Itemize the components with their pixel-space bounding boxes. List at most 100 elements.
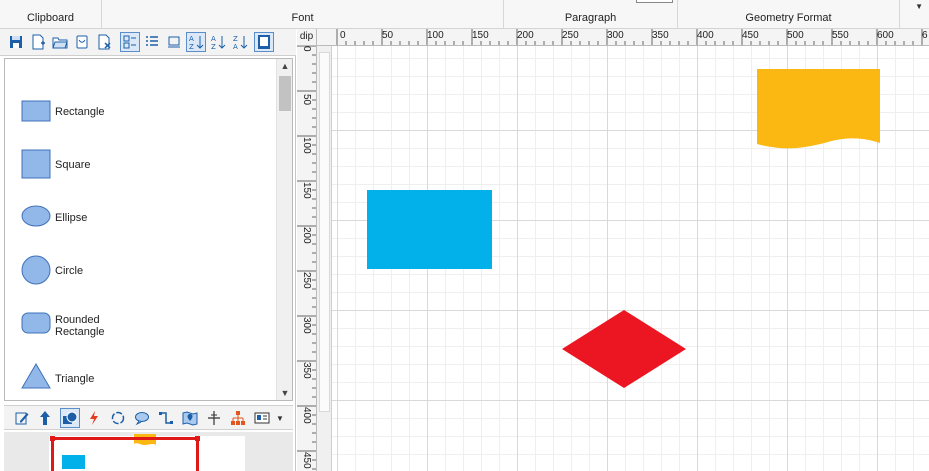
color-swatch[interactable]	[636, 0, 673, 3]
stencil-item-rounded-rectangle[interactable]: Rounded Rectangle	[5, 308, 277, 361]
h-tick-label: 200	[517, 30, 534, 41]
scroll-up-icon[interactable]: ▲	[277, 61, 292, 71]
h-tick-label: 6	[922, 30, 928, 41]
sort-az-icon[interactable]: AZ	[186, 32, 206, 52]
canvas-vertical-scrollbar[interactable]	[317, 46, 332, 471]
v-tick-label: 150	[301, 182, 312, 199]
h-tick-label: 400	[697, 30, 714, 41]
pointer-arrow-icon[interactable]	[35, 408, 55, 428]
shape-tool-icon[interactable]	[60, 408, 80, 428]
svg-text:A: A	[189, 35, 194, 43]
h-tick-label: 600	[877, 30, 894, 41]
square-shape-icon	[21, 149, 51, 179]
stencil-item-square[interactable]: Square	[5, 149, 277, 202]
save-icon[interactable]	[6, 32, 26, 52]
triangle-shape-icon	[21, 363, 51, 389]
svg-text:Z: Z	[189, 43, 194, 50]
ribbon-group-label: Font	[291, 12, 314, 24]
scrollbar-thumb[interactable]	[279, 76, 291, 111]
ribbon-group-label: Clipboard	[26, 12, 75, 24]
more-tools-dropdown-icon[interactable]: ▼	[274, 408, 286, 428]
overview-panel[interactable]	[4, 432, 293, 471]
stencil-item-rectangle[interactable]: Rectangle	[5, 96, 277, 149]
h-tick-label: 100	[427, 30, 444, 41]
open-folder-icon[interactable]	[50, 32, 70, 52]
left-panel: AZ AZ ZA Rectangle Square Ellipse Circle…	[0, 29, 296, 471]
scroll-down-icon[interactable]: ▼	[277, 388, 292, 398]
h-tick-label: 150	[472, 30, 489, 41]
rounded-rectangle-shape-icon	[21, 312, 51, 334]
stencil-item-label: Ellipse	[55, 212, 88, 224]
h-tick-label: 300	[607, 30, 624, 41]
h-tick-label: 250	[562, 30, 579, 41]
overview-viewport-frame[interactable]	[50, 436, 200, 471]
h-tick-label: 450	[742, 30, 759, 41]
vertical-ruler: 0 50 100 150 200 250 300 350 400 450	[297, 46, 317, 471]
view-icons-icon[interactable]	[164, 32, 184, 52]
tool-mode-toolbar: ▼	[4, 405, 293, 430]
ribbon-group-paragraph[interactable]: Paragraph	[504, 0, 678, 28]
ribbon-group-font[interactable]: Font	[102, 0, 504, 28]
stencil-item-label: Square	[55, 159, 91, 171]
dropdown-triangle-icon[interactable]: ▼	[915, 2, 923, 11]
scrollbar-thumb[interactable]	[319, 52, 330, 412]
stencil-panel-icon[interactable]	[254, 32, 274, 52]
drawing-canvas[interactable]	[332, 46, 929, 471]
v-tick-label: 400	[301, 407, 312, 424]
edit-pencil-icon[interactable]	[12, 408, 32, 428]
svg-text:Z: Z	[233, 35, 238, 43]
stencil-item-label: Triangle	[55, 373, 95, 385]
blue-rectangle-shape[interactable]	[367, 190, 492, 269]
shape-stencil-list: Rectangle Square Ellipse Circle Rounded …	[4, 58, 293, 401]
view-list-icon[interactable]	[142, 32, 162, 52]
v-tick-label: 100	[301, 137, 312, 154]
v-tick-label: 300	[301, 317, 312, 334]
close-stencil-icon[interactable]	[94, 32, 114, 52]
horizontal-ruler: 0 50 100 150 200 250 300 350 400 450 500…	[317, 29, 929, 46]
ruler-unit[interactable]: dip	[297, 29, 317, 46]
v-tick-label: 0	[301, 46, 312, 52]
v-tick-label: 50	[301, 94, 312, 106]
svg-text:A: A	[211, 35, 216, 43]
sort-ascending-icon[interactable]: AZ	[208, 32, 228, 52]
speech-bubble-icon[interactable]	[132, 408, 152, 428]
stencil-scrollbar[interactable]: ▲ ▼	[276, 59, 292, 400]
stencil-toolbar: AZ AZ ZA	[0, 29, 296, 56]
circle-shape-icon	[21, 255, 51, 285]
view-tiles-icon[interactable]	[120, 32, 140, 52]
red-diamond-shape[interactable]	[562, 310, 686, 388]
lightning-icon[interactable]	[84, 408, 104, 428]
sort-descending-icon[interactable]: ZA	[230, 32, 250, 52]
v-tick-label: 450	[301, 452, 312, 469]
h-tick-label: 0	[340, 30, 346, 41]
yellow-wave-shape[interactable]	[757, 69, 880, 149]
stencil-item-ellipse[interactable]: Ellipse	[5, 202, 277, 255]
ellipse-shape-icon	[21, 205, 51, 227]
split-icon[interactable]	[204, 408, 224, 428]
ribbon-group-geometry-format[interactable]: Geometry Format	[678, 0, 900, 28]
stencil-item-triangle[interactable]: Triangle	[5, 361, 277, 400]
stencil-item-label: Rectangle	[55, 106, 105, 118]
v-tick-label: 350	[301, 362, 312, 379]
h-tick-label: 550	[832, 30, 849, 41]
stencil-item-label: Rounded Rectangle	[55, 314, 105, 338]
new-stencil-icon[interactable]	[28, 32, 48, 52]
v-tick-label: 250	[301, 272, 312, 289]
h-tick-label: 500	[787, 30, 804, 41]
rectangle-shape-icon	[21, 100, 51, 122]
stencil-item-label: Circle	[55, 265, 84, 277]
rotate-loop-icon[interactable]	[108, 408, 128, 428]
ribbon-group-labels: Clipboard Font Paragraph Geometry Format…	[0, 0, 929, 29]
svg-text:Z: Z	[211, 43, 216, 50]
map-icon[interactable]	[180, 408, 200, 428]
ribbon-group-label: Geometry Format	[745, 12, 832, 24]
h-tick-label: 50	[382, 30, 394, 41]
id-card-icon[interactable]	[252, 408, 272, 428]
h-tick-label: 350	[652, 30, 669, 41]
stencil-item-circle[interactable]: Circle	[5, 255, 277, 308]
org-chart-icon[interactable]	[228, 408, 248, 428]
ribbon-group-clipboard[interactable]: Clipboard	[0, 0, 102, 28]
v-tick-label: 200	[301, 227, 312, 244]
connector-icon[interactable]	[156, 408, 176, 428]
stencil-icon[interactable]	[72, 32, 92, 52]
